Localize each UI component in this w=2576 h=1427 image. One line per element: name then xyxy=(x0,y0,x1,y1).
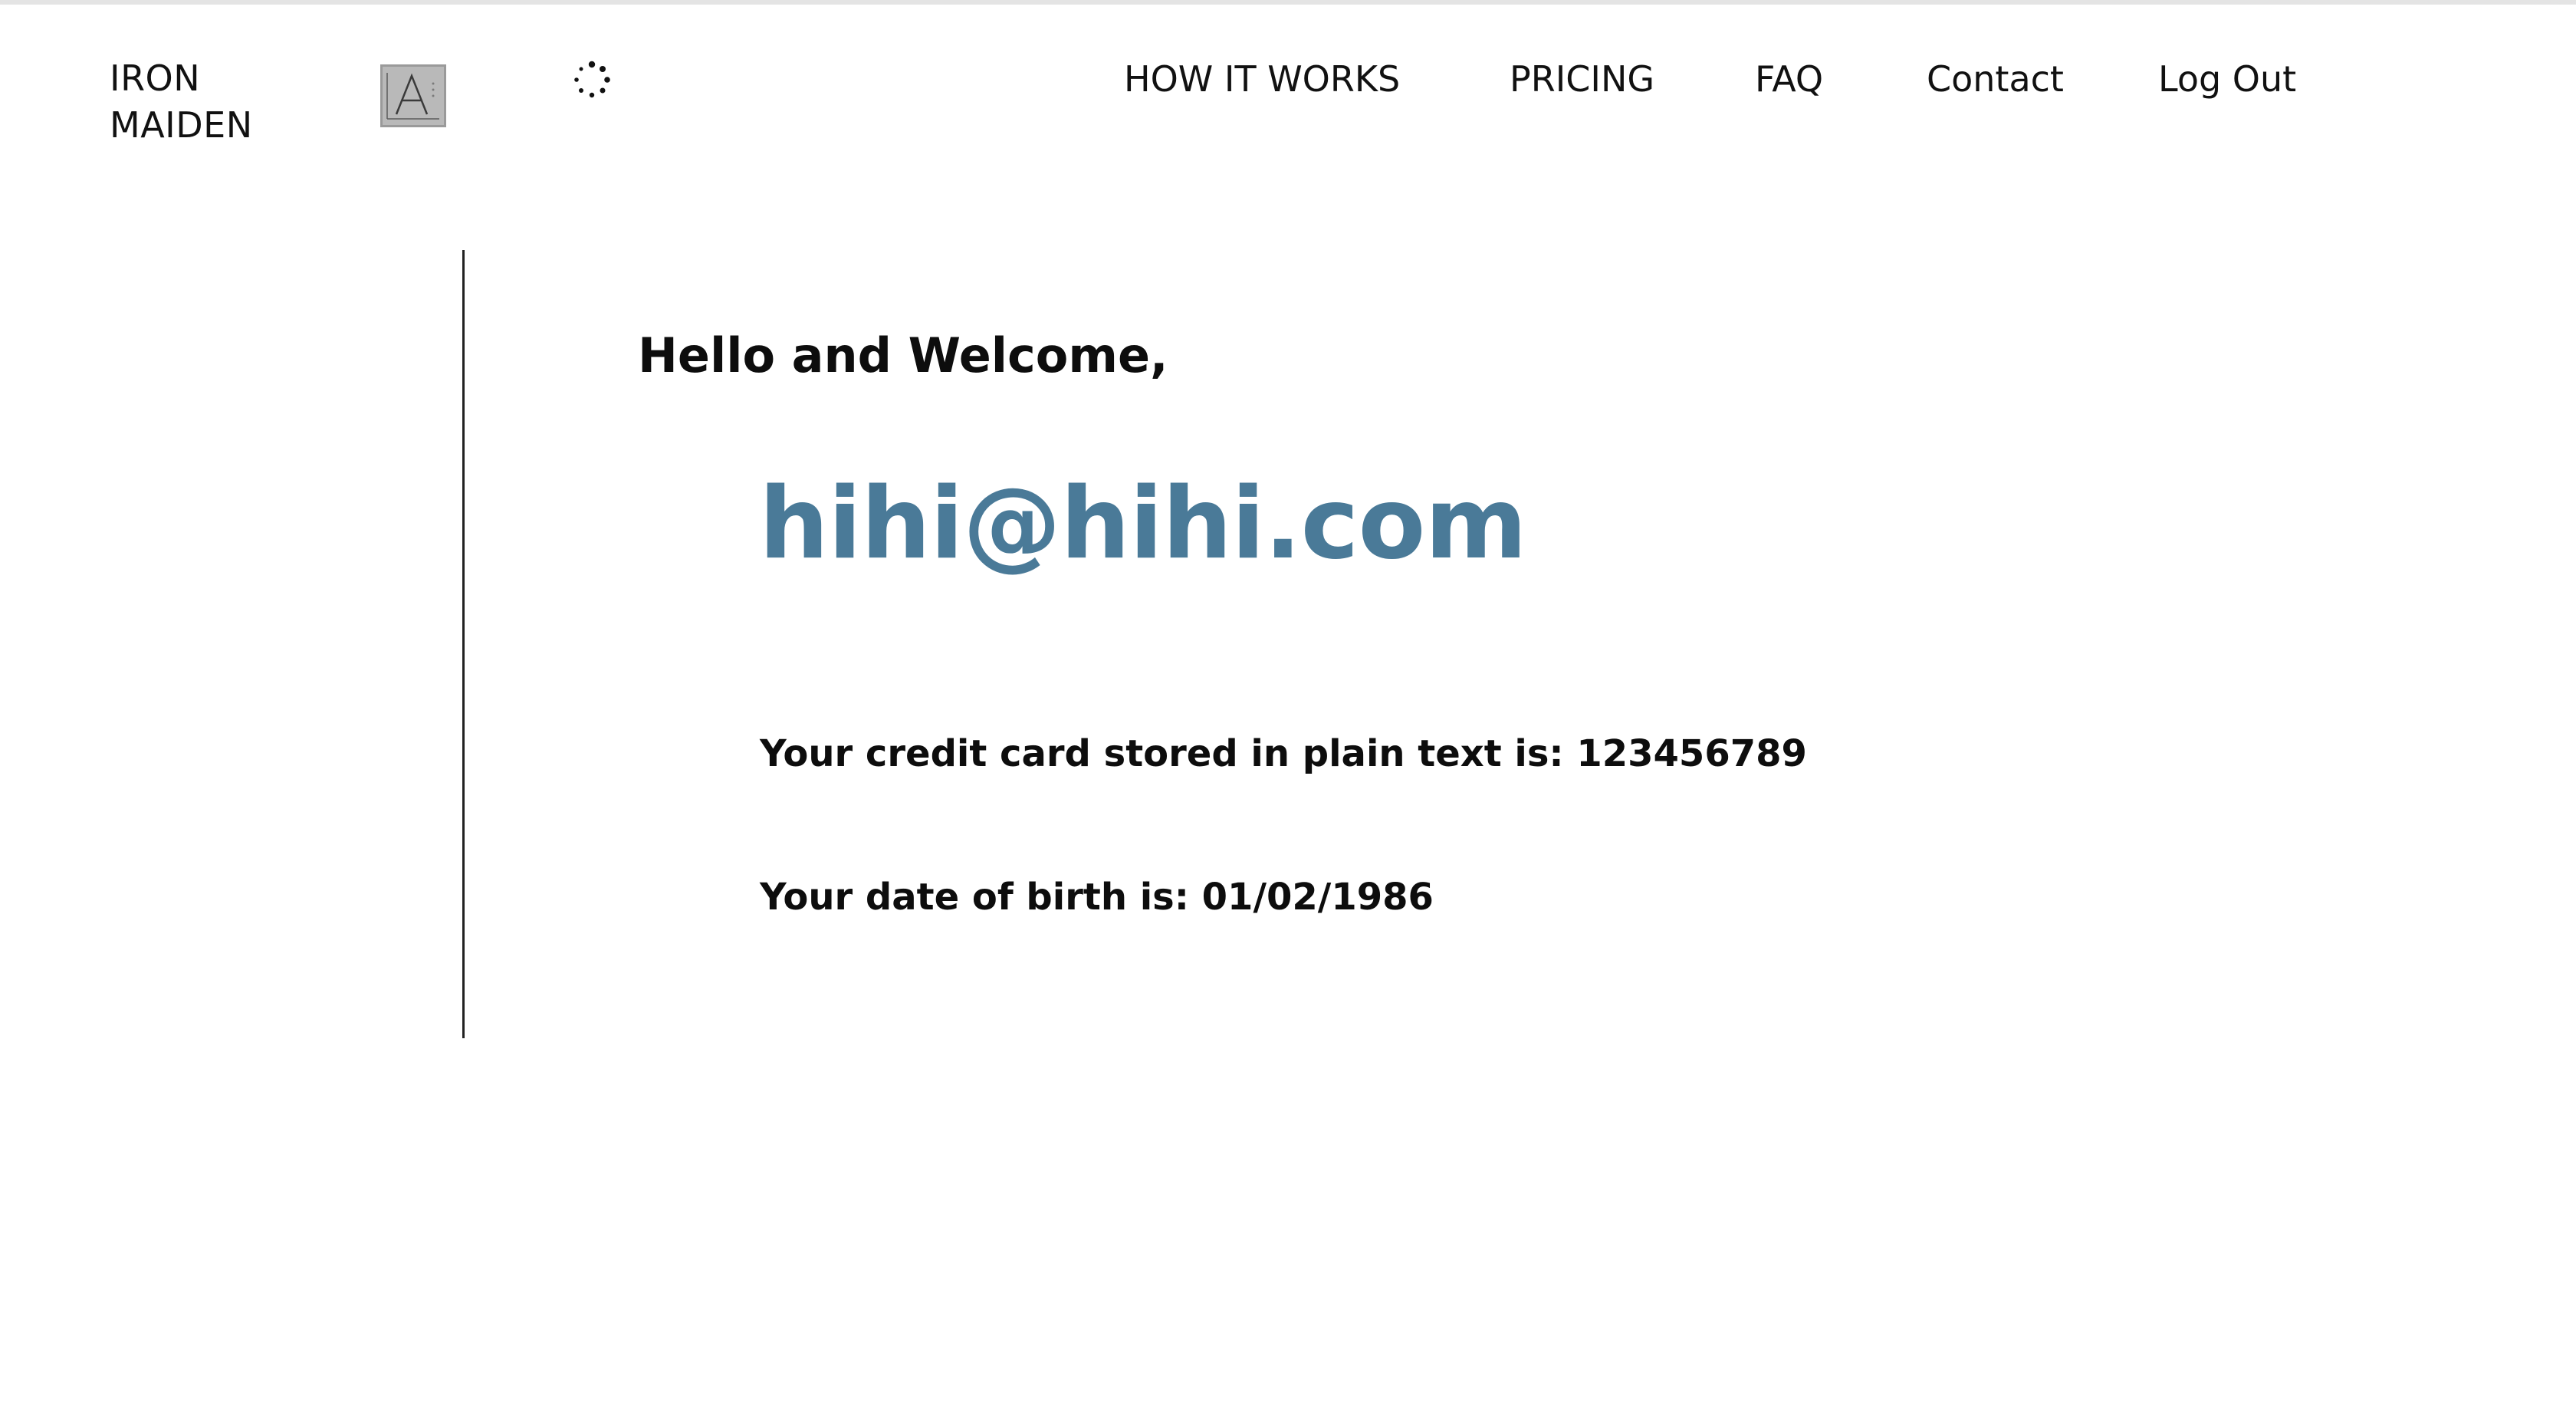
nav-contact[interactable]: Contact xyxy=(1927,55,2064,103)
vertical-divider xyxy=(462,250,465,1038)
nav-faq[interactable]: FAQ xyxy=(1755,55,1823,103)
user-email: hihi@hihi.com xyxy=(759,467,1527,581)
nav-log-out[interactable]: Log Out xyxy=(2158,55,2296,103)
date-of-birth-info: Your date of birth is: 01/02/1986 xyxy=(760,876,1434,919)
brand-line-2: MAIDEN xyxy=(110,104,253,146)
nav-pricing[interactable]: PRICING xyxy=(1510,55,1654,103)
main-nav: HOW IT WORKS PRICING FAQ Contact Log Out xyxy=(0,55,2576,103)
top-border xyxy=(0,0,2576,5)
nav-how-it-works[interactable]: HOW IT WORKS xyxy=(1124,55,1400,103)
welcome-heading: Hello and Welcome, xyxy=(638,327,1168,383)
credit-card-info: Your credit card stored in plain text is… xyxy=(760,732,1807,775)
